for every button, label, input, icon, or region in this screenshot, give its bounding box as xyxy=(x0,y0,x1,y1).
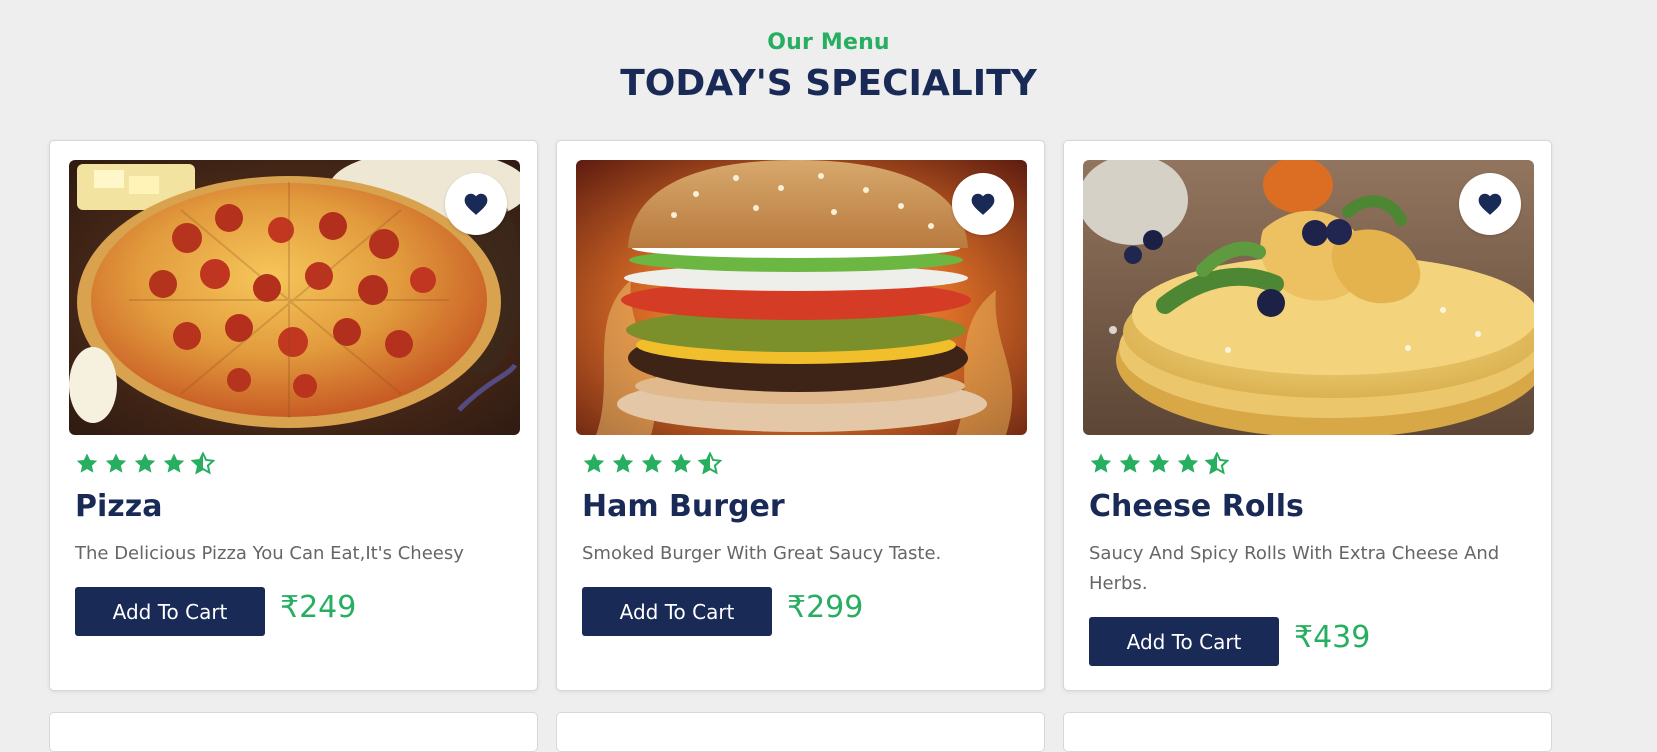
section-subtitle: Our Menu xyxy=(767,30,890,55)
star-icon xyxy=(1148,453,1170,473)
star-icon xyxy=(641,453,663,473)
menu-card-grid: Pizza The Delicious Pizza You Can Eat,It… xyxy=(49,140,1552,691)
heart-icon xyxy=(971,193,995,215)
star-icon xyxy=(583,453,605,473)
star-icon xyxy=(76,453,98,473)
price: ₹249 xyxy=(280,590,357,625)
price: ₹299 xyxy=(787,590,864,625)
star-icon xyxy=(670,453,692,473)
burger-image-container xyxy=(576,160,1027,435)
star-icon xyxy=(1090,453,1112,473)
menu-card-pizza: Pizza The Delicious Pizza You Can Eat,It… xyxy=(49,140,538,691)
star-half-icon xyxy=(698,452,722,475)
partial-menu-card xyxy=(49,712,538,752)
pizza-image-container xyxy=(69,160,520,435)
menu-item-name: Ham Burger xyxy=(582,489,785,524)
menu-item-description: Smoked Burger With Great Saucy Taste. xyxy=(582,543,942,564)
add-to-cart-button[interactable]: Add To Cart xyxy=(1089,617,1279,666)
star-half-icon xyxy=(1205,452,1229,475)
add-to-cart-button[interactable]: Add To Cart xyxy=(582,587,772,636)
star-icon xyxy=(134,453,156,473)
rating-stars xyxy=(582,452,722,476)
rating-stars xyxy=(1089,452,1229,476)
star-icon xyxy=(163,453,185,473)
star-icon xyxy=(105,453,127,473)
cart-row: Add To Cart ₹439 xyxy=(1089,617,1370,666)
menu-item-description: The Delicious Pizza You Can Eat,It's Che… xyxy=(75,543,464,564)
section-title: TODAY'S SPECIALITY xyxy=(620,63,1037,105)
heart-icon xyxy=(1478,193,1502,215)
favorite-button[interactable] xyxy=(1459,173,1521,235)
star-icon xyxy=(1177,453,1199,473)
star-half-icon xyxy=(191,452,215,475)
star-icon xyxy=(612,453,634,473)
menu-card-ham-burger: Ham Burger Smoked Burger With Great Sauc… xyxy=(556,140,1045,691)
menu-item-name: Pizza xyxy=(75,489,163,524)
favorite-button[interactable] xyxy=(952,173,1014,235)
price: ₹439 xyxy=(1294,620,1371,655)
rating-stars xyxy=(75,452,215,476)
partial-menu-card xyxy=(1063,712,1552,752)
menu-card-cheese-rolls: Cheese Rolls Saucy And Spicy Rolls With … xyxy=(1063,140,1552,691)
cart-row: Add To Cart ₹299 xyxy=(582,587,863,636)
section-header: Our Menu TODAY'S SPECIALITY xyxy=(0,30,1657,104)
star-icon xyxy=(1119,453,1141,473)
cheese-rolls-image-container xyxy=(1083,160,1534,435)
add-to-cart-button[interactable]: Add To Cart xyxy=(75,587,265,636)
menu-item-name: Cheese Rolls xyxy=(1089,489,1304,524)
heart-icon xyxy=(464,193,488,215)
partial-menu-card xyxy=(556,712,1045,752)
cart-row: Add To Cart ₹249 xyxy=(75,587,356,636)
menu-item-description: Saucy And Spicy Rolls With Extra Cheese … xyxy=(1089,543,1500,594)
favorite-button[interactable] xyxy=(445,173,507,235)
